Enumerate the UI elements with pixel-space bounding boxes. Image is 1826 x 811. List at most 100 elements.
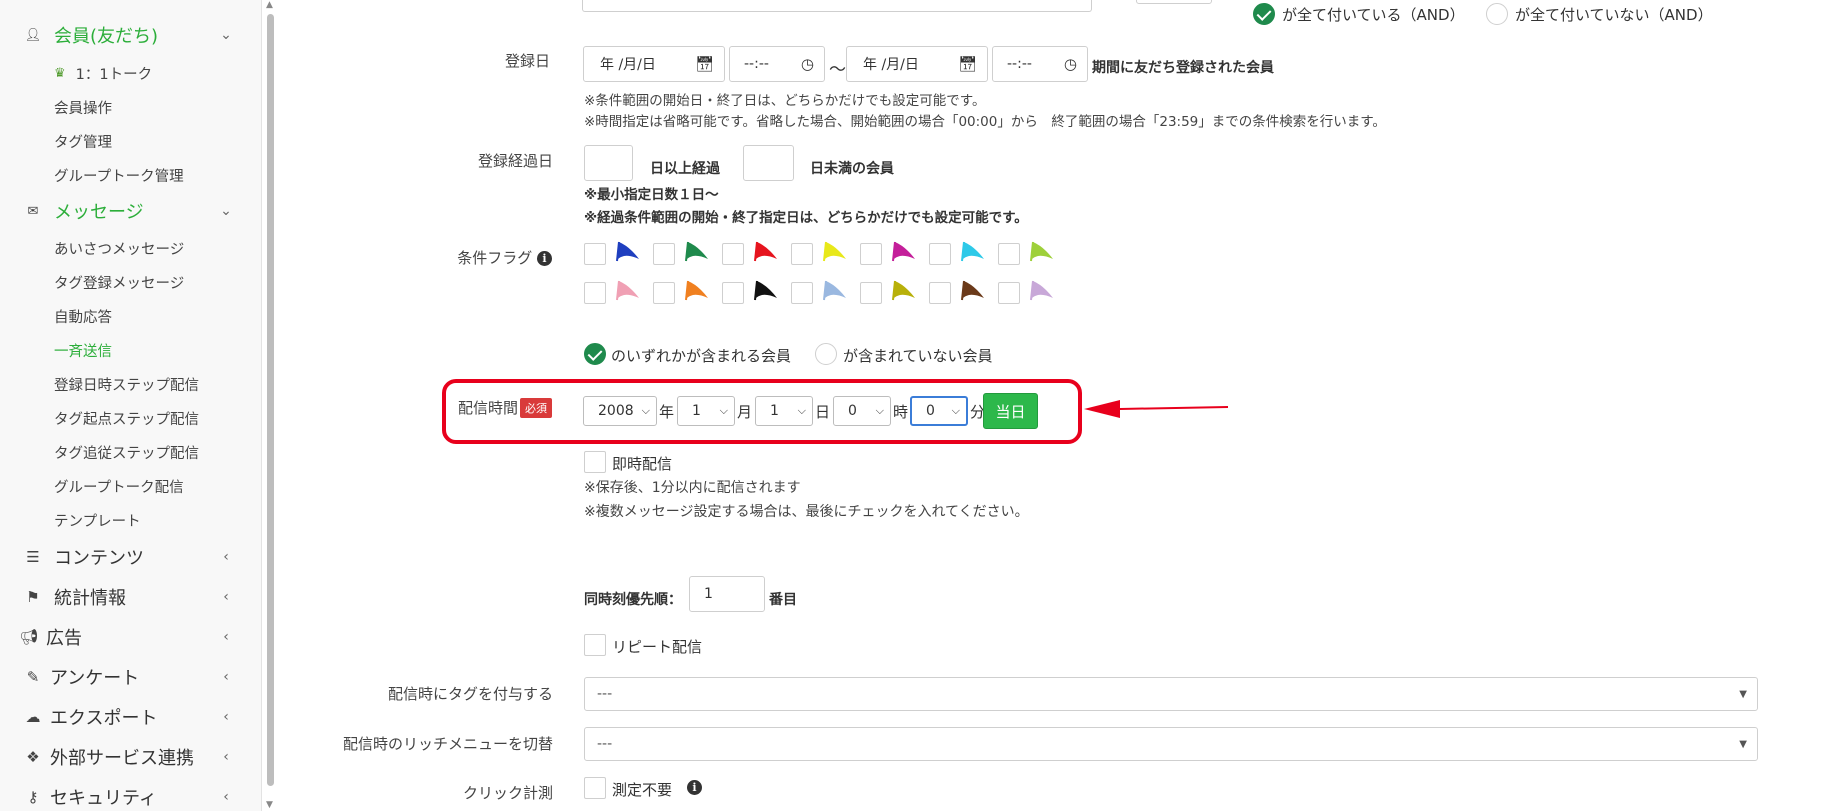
tag-and-none-label: が全て付いていない（AND） <box>1515 6 1713 24</box>
flag-checkbox[interactable] <box>860 282 882 304</box>
flag-cloth <box>618 242 639 259</box>
chevron-left-icon: ‹ <box>223 789 229 805</box>
flag-include-label: のいずれかが含まれる会員 <box>611 347 792 365</box>
immediate-delivery-checkbox[interactable] <box>584 451 606 473</box>
flag-cloth <box>618 281 639 298</box>
flag-checkbox[interactable] <box>998 243 1020 265</box>
sidebar-item-template[interactable]: テンプレート <box>0 503 250 537</box>
app-root: 👤︎ 会員(友だち) ⌄ ♛ 1：1トーク 会員操作 タグ管理 グループトーク管… <box>0 0 1826 811</box>
envelope-icon: ✉ <box>27 203 39 219</box>
sidebar-item-one-to-one-talk[interactable]: ♛ 1：1トーク <box>0 56 250 90</box>
sidebar-item-auto-reply[interactable]: 自動応答 <box>0 299 250 333</box>
crown-icon: ♛ <box>54 65 66 81</box>
arrow-shape <box>1084 400 1228 418</box>
elapsed-min-days-input[interactable] <box>584 145 633 181</box>
sidebar-section-statistics[interactable]: ⚑ 統計情報 ‹ <box>0 577 250 617</box>
sidebar-item-tag-management[interactable]: タグ管理 <box>0 124 250 158</box>
registration-date-suffix: 期間に友だち登録された会員 <box>1092 60 1274 76</box>
flag-checkbox[interactable] <box>722 282 744 304</box>
flag-cloth <box>963 281 984 298</box>
sidebar-section-survey[interactable]: ✎ アンケート ‹ <box>0 657 250 697</box>
registration-date-note-1: ※条件範囲の開始日・終了日は、どちらかだけでも設定可能です。 <box>584 93 986 109</box>
flag-checkbox[interactable] <box>584 282 606 304</box>
registration-start-date-input[interactable]: 年 /月/日 📅︎ <box>583 46 725 82</box>
sidebar-section-ads[interactable]: 📢︎ 広告 ‹ <box>0 617 250 657</box>
flag-checkbox[interactable] <box>791 282 813 304</box>
flag-checkbox[interactable] <box>929 243 951 265</box>
registration-end-time-input[interactable]: --:-- ◷ <box>992 46 1088 82</box>
calendar-icon: 📅︎ <box>957 55 977 73</box>
info-icon[interactable]: i <box>537 251 552 266</box>
sidebar-section-members[interactable]: 👤︎ 会員(友だち) ⌄ <box>0 15 250 55</box>
chevron-left-icon: ‹ <box>223 669 229 685</box>
flag-checkbox[interactable] <box>929 282 951 304</box>
sidebar-item-group-talk-delivery[interactable]: グループトーク配信 <box>0 469 250 503</box>
chevron-left-icon: ‹ <box>223 709 229 725</box>
flag-cloth <box>687 281 708 298</box>
elapsed-days-suffix-2: 日未満の会員 <box>810 161 894 177</box>
flag-exclude-label: が含まれていない会員 <box>843 347 993 365</box>
flag-icon: ⚑ <box>26 588 40 606</box>
tag-and-all-radio[interactable] <box>1253 3 1275 25</box>
sidebar-section-external-services[interactable]: ❖ 外部サービス連携 ‹ <box>0 737 250 777</box>
tag-on-delivery-label: 配信時にタグを付与する <box>387 685 553 703</box>
flag-icon <box>754 241 777 262</box>
flag-icon <box>823 241 846 262</box>
flag-cloth <box>756 242 777 259</box>
registration-start-time-input[interactable]: --:-- ◷ <box>729 46 825 82</box>
flag-checkbox[interactable] <box>722 243 744 265</box>
repeat-delivery-checkbox[interactable] <box>584 634 606 656</box>
sidebar-scrollbar[interactable] <box>267 14 274 786</box>
sidebar-section-contents[interactable]: ☰ コンテンツ ‹ <box>0 537 250 577</box>
flag-cloth <box>825 242 846 259</box>
sidebar-item-tag-registration-message[interactable]: タグ登録メッセージ <box>0 265 250 299</box>
sidebar-item-tag-origin-step[interactable]: タグ起点ステップ配信 <box>0 401 250 435</box>
flag-checkbox[interactable] <box>653 282 675 304</box>
scroll-up-arrow[interactable]: ▲ <box>266 0 273 10</box>
flag-icon <box>616 280 639 301</box>
flag-exclude-radio[interactable] <box>815 343 837 365</box>
flag-include-radio[interactable] <box>584 343 606 365</box>
elapsed-days-note-1: ※最小指定日数１日～ <box>584 187 719 203</box>
elapsed-days-suffix-1: 日以上経過 <box>650 161 720 177</box>
registration-end-date-input[interactable]: 年 /月/日 📅︎ <box>846 46 988 82</box>
flag-checkbox[interactable] <box>998 282 1020 304</box>
condition-flag-label: 条件フラグ i <box>430 247 552 268</box>
flag-checkbox[interactable] <box>653 243 675 265</box>
elapsed-days-label: 登録経過日 <box>477 152 553 170</box>
elapsed-max-days-input[interactable] <box>743 145 794 181</box>
sidebar-item-greeting-message[interactable]: あいさつメッセージ <box>0 231 250 265</box>
range-tilde: ～ <box>829 60 846 80</box>
flag-icon <box>961 241 984 262</box>
sidebar-section-export[interactable]: ☁ エクスポート ‹ <box>0 697 250 737</box>
sidebar-item-group-talk-management[interactable]: グループトーク管理 <box>0 158 250 192</box>
click-measure-checkbox[interactable] <box>584 777 606 799</box>
flag-checkbox[interactable] <box>584 243 606 265</box>
scroll-down-arrow[interactable]: ▼ <box>266 800 273 810</box>
caret-down-icon: ▼ <box>1739 688 1747 700</box>
tag-select-partial[interactable] <box>582 0 1092 12</box>
flag-icon <box>892 280 915 301</box>
flag-checkbox[interactable] <box>791 243 813 265</box>
flag-cloth <box>1032 242 1053 259</box>
priority-input[interactable]: 1 <box>689 576 765 612</box>
chevron-left-icon: ‹ <box>223 549 229 565</box>
info-icon[interactable]: i <box>687 780 702 795</box>
flag-checkbox[interactable] <box>860 243 882 265</box>
chevron-down-icon: ⌄ <box>220 27 232 43</box>
flag-icon <box>685 280 708 301</box>
priority-suffix: 番目 <box>769 592 797 608</box>
flag-cloth <box>825 281 846 298</box>
sidebar-item-member-ops[interactable]: 会員操作 <box>0 90 250 124</box>
tag-and-none-radio[interactable] <box>1486 3 1508 25</box>
sidebar-item-tag-follow-step[interactable]: タグ追従ステップ配信 <box>0 435 250 469</box>
sidebar-section-messages[interactable]: ✉ メッセージ ⌄ <box>0 191 250 231</box>
sidebar-section-security[interactable]: ⚷ セキュリティ ‹ <box>0 777 250 811</box>
flag-icon <box>685 241 708 262</box>
rich-menu-select[interactable]: --- ▼ <box>584 727 1758 761</box>
sidebar-item-broadcast[interactable]: 一斉送信 <box>0 333 250 367</box>
sidebar-item-registration-step[interactable]: 登録日時ステップ配信 <box>0 367 250 401</box>
highlight-box <box>442 379 1082 444</box>
tag-on-delivery-select[interactable]: --- ▼ <box>584 677 1758 711</box>
top-partial-field[interactable] <box>1136 0 1212 4</box>
